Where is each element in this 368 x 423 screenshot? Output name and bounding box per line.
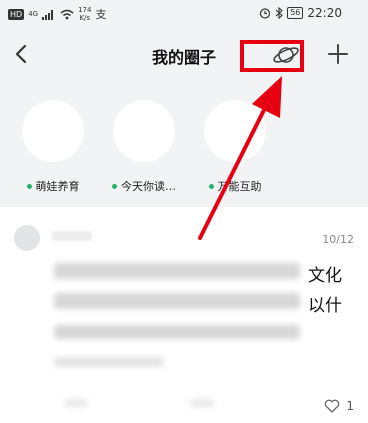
alarm-icon: [260, 8, 271, 19]
circle-label: 今天你读…: [99, 178, 189, 194]
circle-avatar: [204, 100, 266, 162]
circle-item[interactable]: 万能互助: [190, 92, 280, 194]
like-count: 1: [346, 399, 354, 413]
battery-indicator: 56: [287, 7, 304, 19]
speed-value: 174: [78, 6, 92, 14]
signal-icon: [42, 9, 54, 20]
status-right: 56 22:20: [259, 6, 342, 20]
highlight-box: [240, 40, 304, 72]
circle-name: 万能互助: [217, 180, 262, 193]
status-dot: [112, 183, 117, 189]
wifi-icon: [60, 9, 74, 19]
hd-badge: HD: [8, 8, 25, 20]
heart-icon: [325, 399, 340, 413]
network-type: 4G: [28, 10, 39, 18]
circle-label: 万能互助: [190, 178, 280, 194]
blurred-text-line: [54, 293, 300, 309]
like-button[interactable]: 1: [324, 399, 354, 413]
status-bar: HD 4G 174 K/s 支 56 22:20: [0, 0, 368, 26]
circle-avatar: [113, 100, 175, 162]
bluetooth-icon: [275, 7, 284, 19]
circle-item[interactable]: 今天你读…: [99, 92, 189, 194]
circle-item[interactable]: 萌娃养育: [8, 92, 98, 194]
status-dot: [208, 183, 214, 189]
status-left: HD 4G 174 K/s 支: [8, 6, 106, 22]
blurred-text-line: [54, 263, 300, 279]
my-circles-list: 萌娃养育 今天你读… 万能互助: [0, 92, 368, 200]
post-text-fragment: 文化: [308, 266, 342, 286]
add-button[interactable]: [324, 40, 352, 68]
status-dot: [26, 183, 32, 189]
blurred-text-line: [54, 325, 300, 339]
blurred-meta-line: [54, 357, 164, 367]
circle-name: 今天你读…: [121, 180, 176, 193]
top-nav: 我的圈子: [0, 26, 368, 82]
circle-label: 萌娃养育: [8, 178, 98, 194]
post-author-avatar[interactable]: [14, 225, 40, 251]
post-author-name-blurred: [52, 231, 92, 241]
post-text-fragment: 以什: [308, 296, 342, 316]
blurred-action: [64, 399, 88, 407]
post-card[interactable]: 10/12 文化 以什 1: [0, 207, 368, 423]
alipay-icon: 支: [95, 8, 107, 21]
plus-icon: [328, 44, 348, 64]
page-title: 我的圈子: [151, 48, 216, 67]
circle-name: 萌娃养育: [35, 180, 80, 193]
speed-unit: K/s: [79, 14, 91, 22]
net-speed: 174 K/s: [78, 6, 91, 22]
clock: 22:20: [307, 6, 342, 20]
circle-avatar: [22, 100, 84, 162]
blurred-action: [190, 399, 214, 407]
post-date: 10/12: [322, 233, 354, 246]
